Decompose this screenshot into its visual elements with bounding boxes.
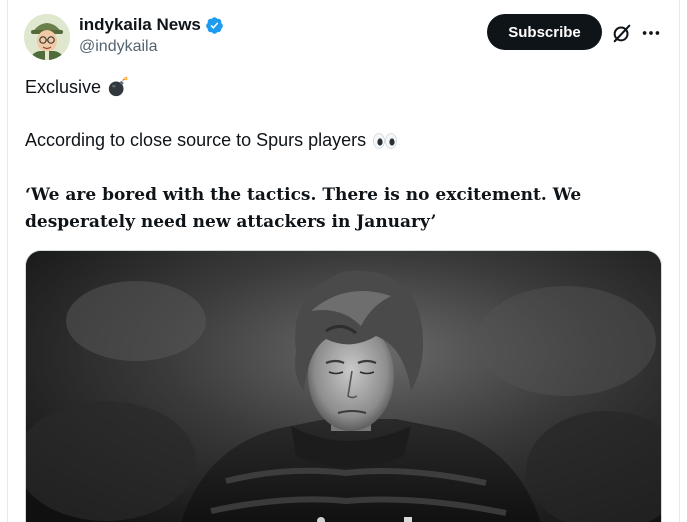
photo-man-in-puffer-jacket: [26, 251, 661, 522]
tweet-media-photo[interactable]: [25, 250, 662, 522]
name-row: indykaila News: [79, 14, 224, 36]
tweet-quote: ‘We are bored with the tactics. There is…: [25, 185, 582, 232]
verified-badge-icon[interactable]: [205, 16, 224, 35]
avatar[interactable]: [24, 14, 70, 60]
tweet-line-source: According to close source to Spurs playe…: [25, 130, 398, 151]
exclusive-text: Exclusive: [25, 76, 102, 97]
right-divider: [679, 0, 680, 522]
eyes-icon: [373, 132, 398, 149]
left-divider: [7, 0, 8, 522]
subscribe-button[interactable]: Subscribe: [487, 14, 602, 50]
handle[interactable]: @indykaila: [79, 38, 158, 56]
source-text: According to close source to Spurs playe…: [25, 130, 367, 150]
bomb-icon: [108, 76, 128, 97]
tweet-header: indykaila News @indykaila Subscribe: [24, 12, 669, 60]
avatar-illustration: [24, 14, 70, 60]
grok-icon[interactable]: [611, 22, 633, 44]
more-icon[interactable]: [640, 22, 662, 44]
tweet-line-exclusive: Exclusive: [25, 76, 129, 98]
display-name[interactable]: indykaila News: [79, 15, 201, 35]
tweet-card: indykaila News @indykaila Subscribe Excl…: [0, 0, 687, 522]
